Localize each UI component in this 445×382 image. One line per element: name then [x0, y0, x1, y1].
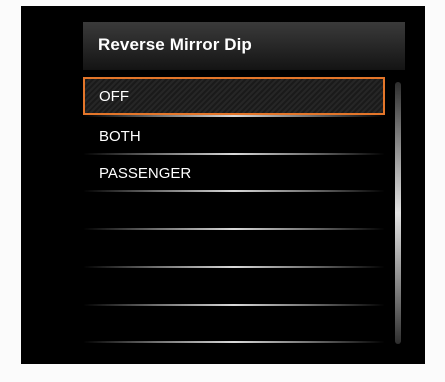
option-passenger[interactable]: PASSENGER — [83, 154, 385, 192]
display-screen: Reverse Mirror Dip OFF BOTH PASSENGER — [21, 6, 425, 364]
option-label: OFF — [99, 88, 129, 105]
empty-row — [83, 191, 385, 229]
scrollbar-track[interactable] — [395, 82, 401, 344]
empty-row — [83, 305, 385, 343]
menu-header: Reverse Mirror Dip — [83, 22, 405, 70]
option-label: PASSENGER — [99, 165, 192, 182]
option-list: OFF BOTH PASSENGER — [83, 77, 385, 357]
option-label: BOTH — [99, 128, 141, 145]
option-off[interactable]: OFF — [83, 77, 385, 115]
menu-title: Reverse Mirror Dip — [98, 35, 252, 54]
scrollbar-thumb[interactable] — [395, 82, 401, 344]
empty-row — [83, 229, 385, 267]
list-divider — [83, 341, 385, 343]
option-both[interactable]: BOTH — [83, 117, 385, 155]
empty-row — [83, 267, 385, 305]
